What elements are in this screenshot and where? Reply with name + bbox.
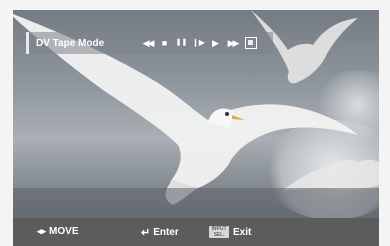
enter-icon: ↵ [141,227,151,239]
dv-tape-toolbar: DV Tape Mode ◀◀ ■ ❚❚ ❙▶ ▶ ▶▶ [26,32,273,54]
exit-label: Exit [233,226,252,238]
play-button[interactable]: ▶ [207,36,224,50]
stop-button[interactable]: ■ [156,36,173,50]
osd-shade [13,188,379,218]
input-sel-key-icon: INPUT SEL. [209,226,229,238]
enter-label: Enter [153,227,179,238]
left-right-arrows-icon: ◂▸ [37,226,47,236]
move-label: MOVE [49,226,79,237]
key-bottom-text: SEL. [213,232,225,238]
fast-forward-button[interactable]: ▶▶ [224,36,241,50]
exit-hint: INPUT SEL. Exit [209,226,251,238]
pause-button[interactable]: ❚❚ [173,36,190,50]
help-bar: ◂▸ MOVE ↵ Enter INPUT SEL. Exit [13,218,379,246]
move-hint: ◂▸ MOVE [37,226,79,237]
enter-hint: ↵ Enter [141,226,179,239]
mode-title: DV Tape Mode [36,37,105,49]
rewind-button[interactable]: ◀◀ [139,36,156,50]
step-button[interactable]: ❙▶ [190,36,207,50]
record-button[interactable] [245,37,257,49]
